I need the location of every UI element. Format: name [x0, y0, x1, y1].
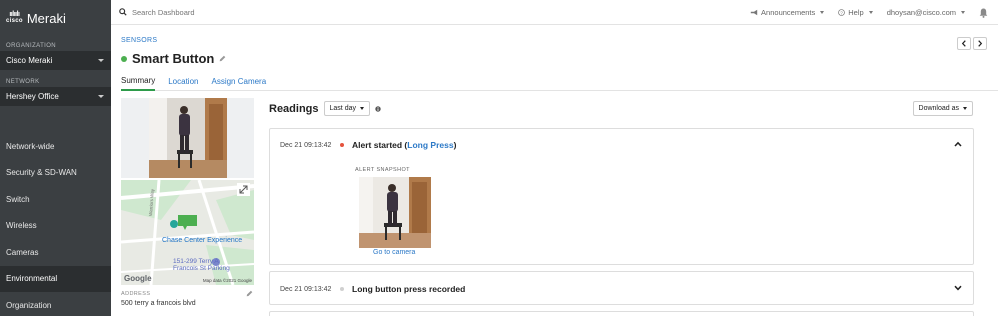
parking-label-line2: Francois St Parking	[173, 265, 230, 272]
snapshot-image	[359, 177, 431, 248]
download-label: Download as	[918, 105, 959, 112]
tab-summary[interactable]: Summary	[121, 72, 156, 91]
search-input[interactable]	[132, 7, 332, 17]
caret-down-icon	[98, 95, 104, 98]
map-attribution: Map data ©2021 Google	[203, 277, 253, 283]
info-icon[interactable]	[375, 105, 381, 112]
snapshot-label: ALERT SNAPSHOT	[355, 167, 410, 173]
event-title: Long button press recorded	[352, 284, 466, 294]
top-bar: Announcements ? Help dhoysan@cisco.com	[111, 0, 998, 25]
caret-down-icon	[961, 11, 965, 14]
network-value: Hershey Office	[6, 92, 59, 101]
sidebar-item-switch[interactable]: Switch	[0, 186, 111, 213]
address-value: 500 terry a francois blvd	[121, 300, 196, 307]
event-card: Dec 21 09:13:42 Long button press record…	[269, 271, 974, 305]
time-range-label: Last day	[329, 105, 356, 112]
cisco-logo: ıılıılı cisco	[6, 11, 23, 24]
next-button[interactable]	[973, 37, 987, 50]
chevron-left-icon	[961, 40, 966, 47]
search-box[interactable]	[111, 7, 411, 17]
event-title-prefix: Alert started (	[352, 140, 408, 150]
tab-bar: Summary Location Assign Camera	[121, 72, 998, 91]
caret-down-icon	[963, 107, 967, 110]
go-to-camera-link[interactable]: Go to camera	[373, 249, 415, 256]
download-as-dropdown[interactable]: Download as	[912, 101, 973, 116]
meraki-wordmark: Meraki	[26, 10, 66, 26]
event-dot	[340, 287, 344, 291]
long-press-link[interactable]: Long Press	[407, 140, 453, 150]
chevron-down-icon[interactable]	[954, 285, 962, 291]
user-menu[interactable]: dhoysan@cisco.com	[887, 8, 965, 17]
event-title: Alert started (Long Press)	[352, 140, 456, 150]
pencil-icon[interactable]	[246, 290, 253, 297]
device-photo	[121, 98, 254, 178]
announcements-label: Announcements	[761, 8, 816, 17]
tab-location[interactable]: Location	[168, 72, 198, 91]
place-label: Chase Center Experience	[162, 237, 242, 244]
svg-text:?: ?	[840, 10, 843, 15]
location-map[interactable]: Warriors Way Chase Center Experience 151…	[121, 180, 254, 285]
org-value: Cisco Meraki	[6, 56, 53, 65]
page-title: Smart Button	[132, 51, 215, 66]
address-label: ADDRESS	[121, 291, 151, 297]
previous-button[interactable]	[957, 37, 971, 50]
org-selector[interactable]: Cisco Meraki	[0, 51, 111, 70]
network-selector[interactable]: Hershey Office	[0, 87, 111, 106]
help-menu[interactable]: ? Help	[838, 8, 873, 17]
caret-down-icon	[820, 11, 825, 14]
event-timestamp: Dec 21 09:13:42	[280, 285, 332, 293]
help-icon: ?	[838, 9, 846, 16]
caret-down-icon	[98, 59, 104, 62]
room-photo	[121, 98, 254, 178]
title-row: Smart Button	[121, 51, 226, 66]
alert-snapshot[interactable]	[359, 177, 431, 248]
megaphone-icon	[750, 9, 758, 16]
pencil-icon[interactable]	[219, 55, 226, 62]
device-nav	[957, 37, 987, 50]
top-right-menu: Announcements ? Help dhoysan@cisco.com	[750, 0, 988, 25]
bell-icon[interactable]	[979, 8, 988, 18]
chevron-up-icon[interactable]	[954, 141, 962, 147]
alert-dot	[340, 143, 344, 147]
readings-header: Readings Last day	[269, 101, 381, 116]
brand-logo[interactable]: ıılıılı cisco Meraki	[0, 0, 111, 36]
google-logo: Google	[124, 274, 152, 283]
sidebar-item-cameras[interactable]: Cameras	[0, 239, 111, 266]
sidebar: ıılıılı cisco Meraki ORGANIZATION Cisco …	[0, 0, 111, 316]
breadcrumb[interactable]: SENSORS	[121, 37, 157, 44]
event-title-suffix: )	[453, 140, 457, 150]
event-card	[269, 311, 974, 316]
sidebar-item-organization[interactable]: Organization	[0, 292, 111, 316]
readings-title: Readings	[269, 102, 319, 115]
caret-down-icon	[868, 11, 873, 14]
sidebar-item-network-wide[interactable]: Network-wide	[0, 133, 111, 160]
caret-down-icon	[359, 107, 364, 110]
help-label: Help	[848, 8, 864, 17]
chevron-right-icon	[978, 40, 983, 47]
user-email: dhoysan@cisco.com	[886, 8, 956, 17]
network-label: NETWORK	[6, 79, 40, 85]
event-card: Dec 21 09:13:42 Alert started (Long Pres…	[269, 128, 974, 265]
sidebar-nav: Network-wide Security & SD-WAN Switch Wi…	[0, 133, 111, 316]
status-dot	[121, 55, 127, 62]
tab-assign-camera[interactable]: Assign Camera	[211, 72, 266, 91]
sidebar-item-environmental[interactable]: Environmental	[0, 265, 111, 292]
sidebar-item-wireless[interactable]: Wireless	[0, 213, 111, 240]
event-header[interactable]: Dec 21 09:13:42 Long button press record…	[280, 284, 465, 294]
event-timestamp: Dec 21 09:13:42	[280, 141, 332, 149]
announcements-menu[interactable]: Announcements	[750, 8, 825, 17]
time-range-dropdown[interactable]: Last day	[323, 101, 370, 116]
search-icon	[119, 8, 127, 16]
parking-label-line1: 151-299 Terry A	[173, 258, 219, 265]
sidebar-item-security-sd-wan[interactable]: Security & SD-WAN	[0, 160, 111, 187]
event-header[interactable]: Dec 21 09:13:42 Alert started (Long Pres…	[280, 140, 456, 150]
map-graphic: Warriors Way Chase Center Experience 151…	[121, 180, 254, 285]
org-label: ORGANIZATION	[6, 43, 57, 49]
